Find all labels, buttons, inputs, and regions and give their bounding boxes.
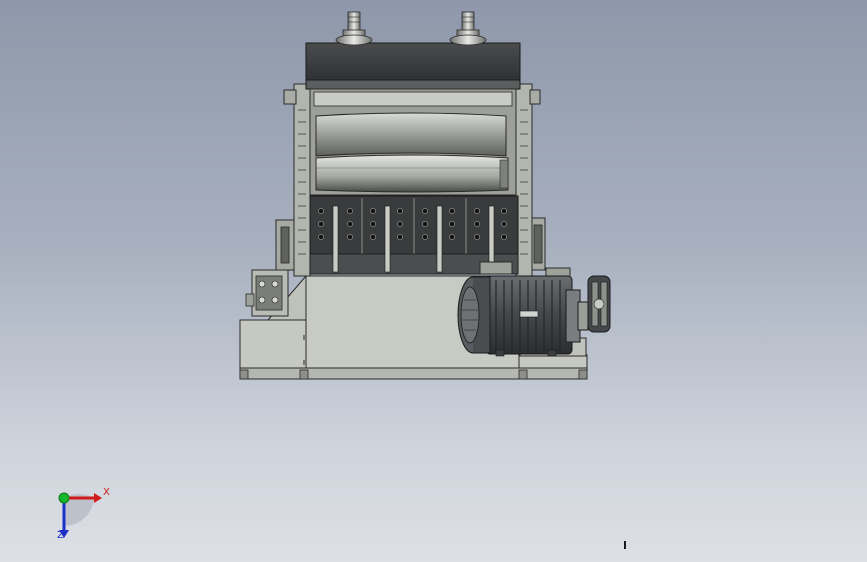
adjustment-bolt-right[interactable] — [449, 11, 487, 46]
axis-z-label: Z — [57, 530, 64, 541]
drive-pulley[interactable] — [587, 275, 611, 333]
crusher-assembly-model[interactable] — [0, 0, 867, 562]
top-cover[interactable] — [305, 42, 521, 90]
axis-triad — [58, 492, 102, 538]
left-bearing-housing[interactable] — [245, 219, 295, 317]
right-bearing-housing[interactable] — [530, 217, 546, 271]
adjustment-bolt-left[interactable] — [335, 11, 373, 46]
axis-x-label: X — [103, 487, 110, 498]
crushing-chamber[interactable] — [309, 88, 517, 196]
graphics-viewport[interactable]: X Z — [0, 0, 867, 562]
text-cursor-icon — [624, 541, 626, 549]
electric-motor[interactable] — [457, 275, 589, 357]
